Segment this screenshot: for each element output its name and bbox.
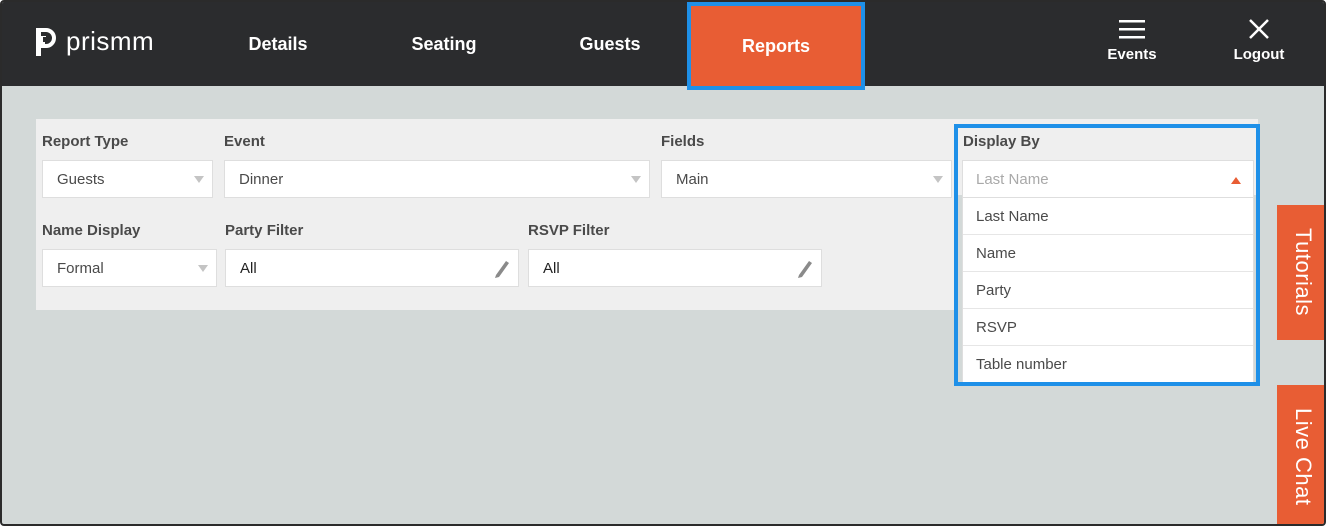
name-display-label: Name Display (42, 222, 141, 239)
close-icon (1249, 19, 1269, 39)
top-navigation-bar: prismm Details Seating Guests Reports Ev… (2, 2, 1324, 90)
tab-seating[interactable]: Seating (380, 2, 508, 86)
fields-value: Main (676, 170, 709, 188)
pencil-icon[interactable] (492, 258, 512, 280)
brand-logo[interactable]: prismm (34, 25, 155, 58)
pencil-icon[interactable] (795, 258, 815, 280)
logout-label: Logout (1233, 46, 1285, 63)
app-frame: prismm Details Seating Guests Reports Ev… (0, 0, 1326, 526)
display-by-highlight (954, 124, 1260, 386)
events-label: Events (1107, 46, 1157, 63)
caret-down-icon (194, 176, 204, 183)
logout-button[interactable]: Logout (1214, 18, 1304, 63)
rsvp-filter-value: All (543, 259, 560, 277)
report-type-select[interactable]: Guests (42, 160, 213, 198)
event-value: Dinner (239, 170, 284, 188)
party-filter-label: Party Filter (225, 222, 304, 239)
live-chat-tab[interactable]: Live Chat (1277, 385, 1324, 524)
prismm-logo-icon (36, 28, 56, 56)
party-filter-value: All (240, 259, 257, 277)
tab-guests[interactable]: Guests (546, 2, 674, 86)
events-button[interactable]: Events (1087, 18, 1177, 63)
fields-select[interactable]: Main (661, 160, 952, 198)
report-type-value: Guests (57, 170, 105, 188)
caret-down-icon (198, 265, 208, 272)
tutorials-label: Tutorials (1291, 228, 1316, 317)
tutorials-tab[interactable]: Tutorials (1277, 205, 1324, 340)
rsvp-filter-input[interactable]: All (528, 249, 822, 287)
name-display-select[interactable]: Formal (42, 249, 217, 287)
report-type-label: Report Type (42, 133, 129, 150)
event-label: Event (224, 133, 265, 150)
live-chat-label: Live Chat (1291, 407, 1316, 506)
tab-reports[interactable]: Reports (687, 2, 865, 90)
name-display-value: Formal (57, 259, 104, 277)
event-select[interactable]: Dinner (224, 160, 650, 198)
caret-down-icon (933, 176, 943, 183)
caret-down-icon (631, 176, 641, 183)
hamburger-icon (1119, 20, 1145, 39)
tab-details[interactable]: Details (214, 2, 342, 86)
rsvp-filter-label: RSVP Filter (528, 222, 610, 239)
party-filter-input[interactable]: All (225, 249, 519, 287)
fields-label: Fields (661, 133, 705, 150)
brand-name: prismm (66, 25, 155, 56)
